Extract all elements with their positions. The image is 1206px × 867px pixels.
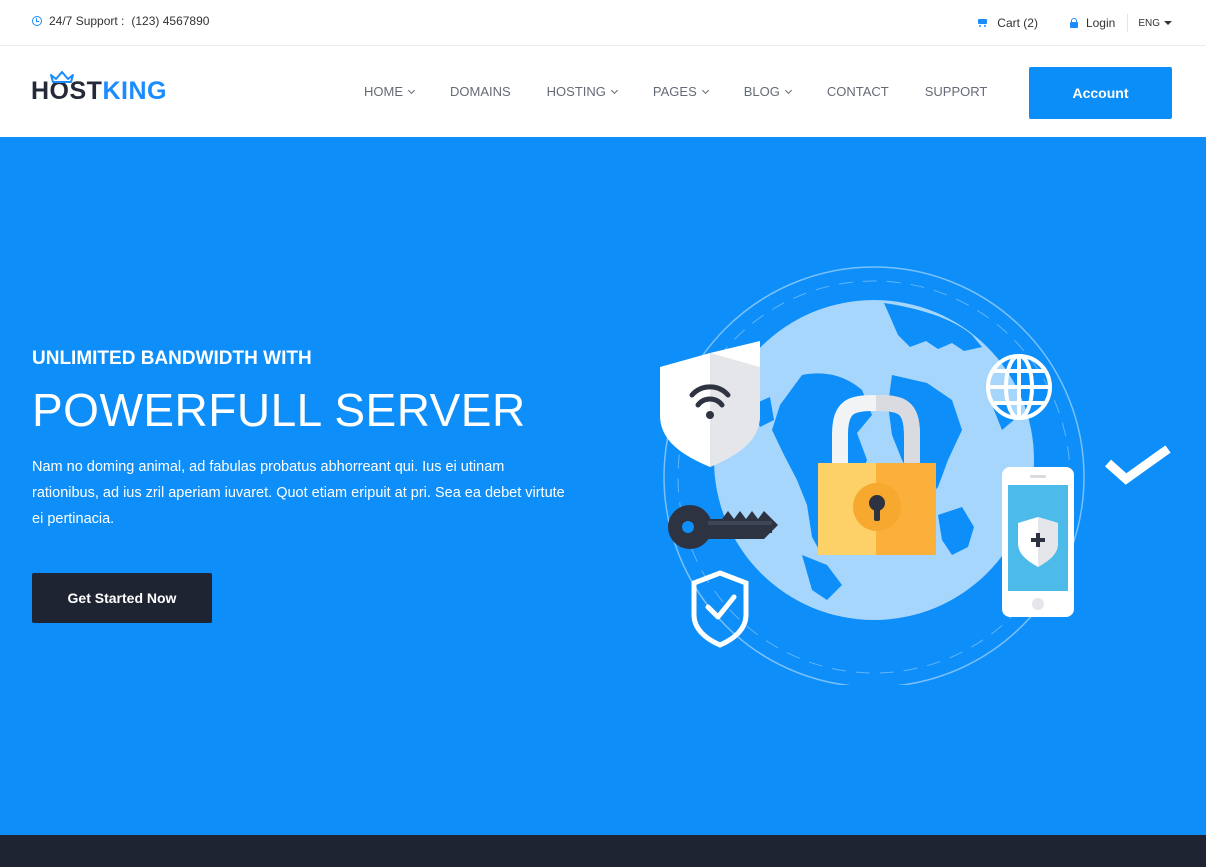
logo[interactable]: HOSTKING (31, 71, 167, 106)
nav-item-support[interactable]: SUPPORT (925, 84, 988, 99)
nav-label: DOMAINS (450, 84, 511, 99)
nav-item-hosting[interactable]: HOSTING (546, 84, 618, 99)
lock-icon (1069, 18, 1078, 28)
security-illustration (660, 266, 1171, 685)
account-button[interactable]: Account (1029, 67, 1172, 119)
world-map-icon (714, 300, 1034, 620)
nav-item-pages[interactable]: PAGES (652, 84, 709, 99)
nav-label: BLOG (743, 84, 780, 99)
chevron-down-icon (407, 86, 416, 94)
nav-item-home[interactable]: HOME (364, 84, 416, 99)
language-selector[interactable]: ENG (1138, 18, 1172, 29)
nav-label: CONTACT (826, 84, 889, 99)
logo-king: KING (102, 77, 167, 105)
divider (1127, 14, 1129, 32)
clock-icon (32, 16, 42, 26)
footer-strip (0, 835, 1206, 867)
main-header: HOSTKING HOME DOMAINS HOSTING PAGES BLOG… (0, 47, 1206, 137)
login-link[interactable]: Login (1069, 16, 1116, 30)
top-links: Cart (2) Login ENG (977, 14, 1172, 32)
cart-label: Cart (2) (997, 16, 1038, 30)
nav-label: SUPPORT (924, 84, 988, 99)
hero-subtitle: UNLIMITED BANDWIDTH WITH (32, 348, 312, 369)
nav-label: HOME (364, 84, 403, 99)
crown-icon (50, 71, 74, 83)
nav-item-blog[interactable]: BLOG (743, 84, 792, 99)
hero-text: Nam no doming animal, ad fabulas probatu… (32, 459, 565, 527)
top-bar: 24/7 Support : (123) 4567890 Cart (2) Lo… (0, 0, 1206, 46)
checkmark-icon (1105, 445, 1171, 485)
globe-icon (986, 354, 1052, 420)
chevron-down-icon (784, 86, 792, 94)
shield-check-icon (691, 570, 749, 648)
nav-label: HOSTING (546, 84, 606, 99)
support-info: 24/7 Support : (123) 4567890 (32, 14, 209, 28)
chevron-down-icon (701, 86, 709, 94)
nav-item-contact[interactable]: CONTACT (827, 84, 889, 99)
cart-link[interactable]: Cart (2) (977, 16, 1038, 30)
phone-shield-icon (1002, 467, 1074, 617)
nav-item-domains[interactable]: DOMAINS (450, 84, 511, 99)
language-label: ENG (1138, 17, 1160, 29)
cart-icon (977, 18, 989, 28)
login-label: Login (1085, 16, 1116, 30)
get-started-button[interactable]: Get Started Now (32, 573, 212, 623)
caret-down-icon (1164, 21, 1172, 25)
support-label: 24/7 Support : (49, 14, 125, 28)
chevron-down-icon (610, 86, 618, 94)
nav-label: PAGES (652, 84, 697, 99)
main-nav: HOME DOMAINS HOSTING PAGES BLOG CONTACT … (364, 84, 1023, 99)
support-phone[interactable]: (123) 4567890 (131, 14, 209, 28)
hero-title: POWERFULL SERVER (32, 384, 526, 436)
hero-section: UNLIMITED BANDWIDTH WITH POWERFULL SERVE… (0, 137, 1206, 835)
